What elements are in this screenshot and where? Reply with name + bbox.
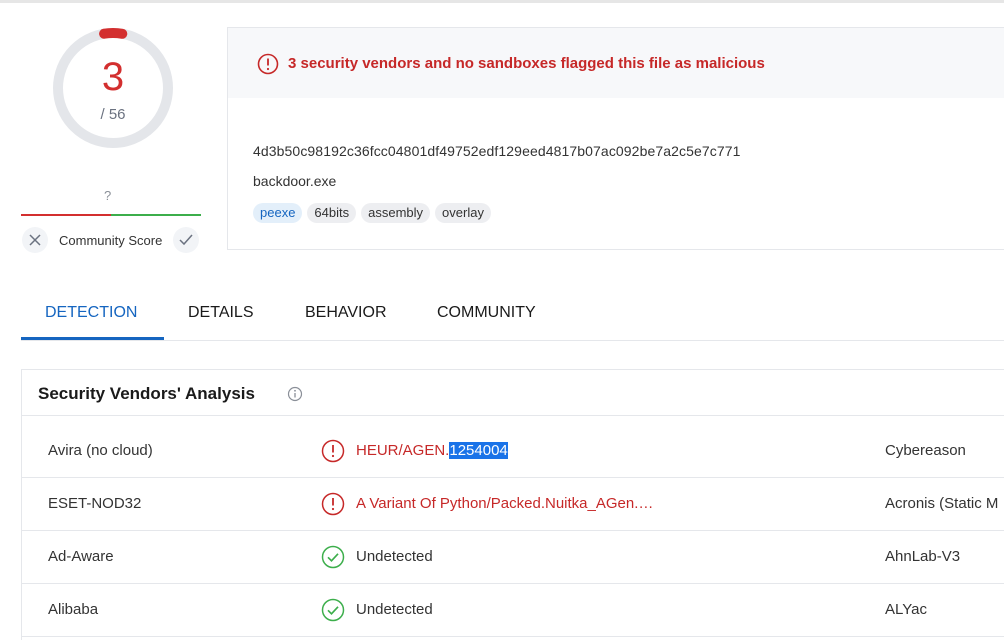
active-tab-indicator [21,337,164,340]
alert-message: 3 security vendors and no sandboxes flag… [288,55,765,72]
vendor-name: Avira (no cloud) [48,442,153,459]
section-divider [22,415,1004,416]
tab-details[interactable]: DETAILS [188,304,254,322]
detection-result[interactable]: HEUR/AGEN.1254004 [356,442,508,459]
report-tabs: DETECTION DETAILS BEHAVIOR COMMUNITY [21,290,1004,341]
vendor-name-secondary: Cybereason [885,442,966,459]
malicious-alert-icon [321,492,345,516]
tag-peexe[interactable]: peexe [253,203,303,223]
tag-assembly[interactable]: assembly [361,203,431,223]
tag-overlay[interactable]: overlay [435,203,491,223]
detection-score-ring: 3 / 56 [52,27,174,149]
file-summary-card: 3 security vendors and no sandboxes flag… [227,27,1004,250]
detection-count: 3 [101,55,125,99]
file-hash: 4d3b50c98192c36fcc04801df49752edf129eed4… [253,143,741,159]
section-title: Security Vendors' Analysis [38,384,255,403]
vendor-name-secondary: AhnLab-V3 [885,548,961,565]
community-score-label: Community Score [59,233,163,248]
file-name: backdoor.exe [253,173,337,189]
vendor-row: ESET-NOD32 A Variant Of Python/Packed.Nu… [22,477,1004,531]
result-text: HEUR/AGEN. [356,442,450,459]
check-circle-icon [321,545,345,569]
vendor-row: Alibaba Undetected ALYac [22,583,1004,637]
community-negative-bar [21,214,111,216]
info-icon[interactable] [287,386,303,402]
vendor-name-secondary: Acronis (Static M [885,495,999,512]
selected-text: 1254004 [449,442,508,459]
vendor-name: Alibaba [48,601,99,618]
detection-result: Undetected [356,548,433,565]
vendor-row: Avira (no cloud) HEUR/AGEN.1254004 Cyber… [22,424,1004,478]
detection-result[interactable]: A Variant Of Python/Packed.Nuitka_AGen.… [356,495,653,512]
check-circle-icon [321,598,345,622]
tab-detection[interactable]: DETECTION [45,304,137,322]
vendor-row: Ad-Aware Undetected AhnLab-V3 [22,530,1004,584]
alert-circle-icon [257,53,279,75]
community-score-bar [21,214,201,216]
vendor-name-secondary: ALYac [885,601,927,618]
community-positive-bar [111,214,201,216]
tab-behavior[interactable]: BEHAVIOR [305,304,387,322]
tag-64bits[interactable]: 64bits [307,203,357,223]
vendor-name: ESET-NOD32 [48,495,142,512]
check-icon [179,234,193,246]
vote-malicious-button[interactable] [22,227,48,253]
file-tags: peexe 64bits assembly overlay [253,203,491,223]
vendor-name: Ad-Aware [48,548,114,565]
tab-community[interactable]: COMMUNITY [437,304,536,322]
community-unknown-mark: ? [104,188,112,203]
close-icon [29,234,41,246]
alert-banner: 3 security vendors and no sandboxes flag… [228,28,1004,98]
engines-total: / 56 [100,106,126,123]
malicious-alert-icon [321,439,345,463]
detection-result: Undetected [356,601,433,618]
vendors-analysis-section: Security Vendors' Analysis Avira (no clo… [21,369,1004,640]
vote-harmless-button[interactable] [173,227,199,253]
top-divider [0,0,1004,3]
